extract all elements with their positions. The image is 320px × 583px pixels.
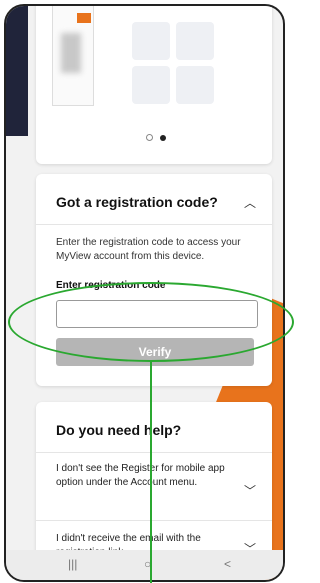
registration-description: Enter the registration code to access yo… [56,237,241,262]
illustration-phone-screen [52,6,94,106]
recent-apps-icon[interactable]: ||| [68,557,77,571]
help-card: Do you need help? I don't see the Regist… [36,402,272,572]
help-title: Do you need help? [56,422,182,438]
annotation-oval [8,282,294,362]
carousel-dot[interactable] [146,134,153,141]
registration-title: Got a registration code? [56,194,218,210]
carousel-illustration [52,6,258,114]
illustration-panel [132,22,170,60]
chevron-up-icon[interactable]: ︿ [244,194,256,211]
illustration-orange-tag [77,13,91,23]
illustration-panel [176,22,214,60]
carousel-dot-active[interactable] [160,135,167,141]
illustration-panel [176,66,214,104]
section-divider [36,224,272,225]
onboarding-carousel-card[interactable] [36,6,272,164]
android-navigation-bar: ||| ○ < [6,550,283,580]
help-item-text: I don't see the Register for mobile app … [56,463,225,488]
background-navy-shape [6,6,28,136]
chevron-down-icon[interactable]: ﹀ [244,482,256,499]
illustration-blurred-content [61,33,81,73]
back-icon[interactable]: < [224,557,231,571]
carousel-indicator [146,128,169,146]
illustration-panel [132,66,170,104]
section-divider [36,520,272,521]
section-divider [36,452,272,453]
annotation-line [150,362,152,583]
